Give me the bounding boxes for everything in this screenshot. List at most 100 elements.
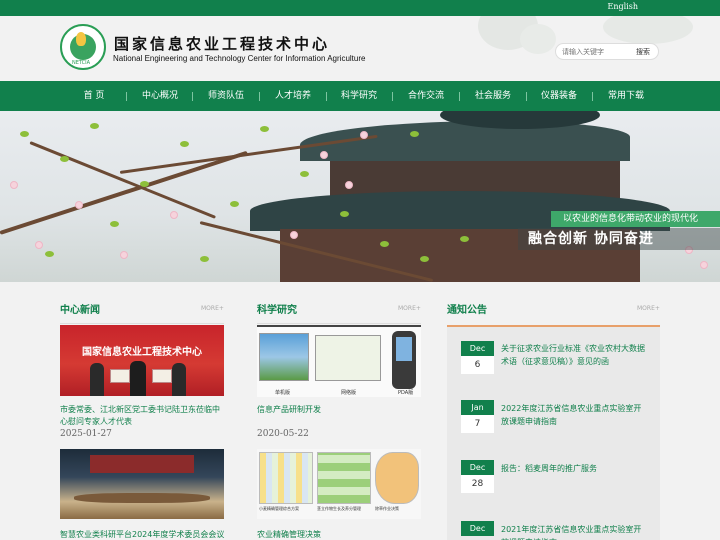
nav-divider [526, 92, 527, 101]
notice-month: Dec [461, 341, 494, 356]
notice-more-link[interactable]: MORE+ [637, 305, 660, 312]
notice-day: 6 [461, 356, 494, 374]
research-more-link[interactable]: MORE+ [398, 305, 421, 312]
leaf [420, 256, 429, 262]
nav-divider [192, 92, 193, 101]
blossom [10, 181, 18, 189]
map-thumbnail [375, 452, 419, 504]
thumb-label: PDA版 [398, 390, 414, 396]
notice-section-title: 通知公告 [447, 305, 487, 316]
nav-item-downloads[interactable]: 常用下载 [600, 81, 652, 111]
search-box: 搜索 [555, 43, 659, 60]
blossom [360, 131, 368, 139]
english-link[interactable]: English [608, 2, 639, 11]
logo-emblem [76, 32, 86, 46]
news-divider [60, 323, 224, 324]
top-bar: English [0, 0, 720, 16]
nav-divider [259, 92, 260, 101]
thumb-label: 茎立作物生长及养分管理 [317, 506, 361, 511]
research-image[interactable]: 小麦精确管理综合方案 茎立作物生长及养分管理 除草作业决策 [257, 449, 421, 519]
notice-item-title[interactable]: 2022年度江苏省信息农业重点实验室开放课题申请指南 [501, 402, 649, 428]
thumb-label: 单机版 [275, 390, 291, 396]
news-more-link[interactable]: MORE+ [201, 305, 224, 312]
leaf [410, 131, 419, 137]
nav-divider [126, 92, 127, 101]
thumb-label: 小麦精确管理综合方案 [259, 506, 299, 511]
notice-day: 7 [461, 415, 494, 433]
notice-month: Dec [461, 460, 494, 475]
leaf [140, 181, 149, 187]
news-item-title[interactable]: 市委常委、江北新区党工委书记陆卫东莅临中心慰问专家人才代表 [60, 404, 226, 428]
blossom [170, 211, 178, 219]
pda-screen [396, 337, 412, 361]
news-image-people [130, 361, 146, 396]
blossom [35, 241, 43, 249]
news-image[interactable] [60, 449, 224, 519]
notice-item-title[interactable]: 报告：稻麦周年的推广服务 [501, 462, 649, 475]
leaf [340, 211, 349, 217]
nav-item-equipment[interactable]: 仪器装备 [533, 81, 585, 111]
thumb-label: 网络版 [341, 390, 357, 396]
leaf [20, 131, 29, 137]
leaf [300, 171, 309, 177]
news-image-people [90, 363, 104, 396]
software-screenshot [315, 335, 381, 381]
search-input[interactable] [562, 46, 626, 58]
news-image[interactable]: 国家信息农业工程技术中心 [60, 325, 224, 396]
research-item-title[interactable]: 农业精确管理决策 [257, 529, 423, 540]
banner-slogan-small: 以农业的信息化带动农业的现代化 [551, 211, 720, 227]
nav-divider [592, 92, 593, 101]
thumb-label: 除草作业决策 [375, 506, 399, 511]
leaf [180, 141, 189, 147]
leaf [90, 123, 99, 129]
leaf [380, 241, 389, 247]
news-image-plaque [152, 369, 172, 383]
news-image-people [172, 363, 186, 396]
map-thumbnail [259, 452, 313, 504]
news-image-plaque [110, 369, 130, 383]
notice-month: Dec [461, 521, 494, 536]
notice-item-title[interactable]: 2021年度江苏省信息农业重点实验室开放课题申请指南 [501, 523, 649, 540]
news-image-caption: 国家信息农业工程技术中心 [82, 347, 202, 358]
blossom [120, 251, 128, 259]
nav-item-research[interactable]: 科学研究 [334, 81, 384, 111]
main-nav: 首 页 中心概况 师资队伍 人才培养 科学研究 合作交流 社会服务 仪器装备 常… [0, 81, 720, 111]
nav-item-home[interactable]: 首 页 [70, 81, 118, 111]
research-divider [257, 323, 421, 324]
leaf [45, 251, 54, 257]
leaf [230, 201, 239, 207]
nav-divider [459, 92, 460, 101]
site-title-en: National Engineering and Technology Cent… [113, 54, 366, 63]
news-image-table [74, 493, 210, 503]
leaf [60, 156, 69, 162]
leaf [110, 221, 119, 227]
nav-item-faculty[interactable]: 师资队伍 [201, 81, 251, 111]
nav-item-talent[interactable]: 人才培养 [268, 81, 318, 111]
nav-divider [326, 92, 327, 101]
nav-item-service[interactable]: 社会服务 [467, 81, 519, 111]
notice-list: Dec 6 关于征求农业行业标准《农业农村大数据术语（征求意见稿）》意见的函 J… [447, 325, 660, 540]
research-section-title: 科学研究 [257, 305, 297, 316]
research-item-date: 2020-05-22 [257, 429, 309, 439]
blossom [345, 181, 353, 189]
news-item-title[interactable]: 智慧农业类科研平台2024年度学术委员会会议 [60, 529, 226, 540]
notice-day: 28 [461, 475, 494, 493]
notice-item-title[interactable]: 关于征求农业行业标准《农业农村大数据术语（征求意见稿）》意见的函 [501, 342, 649, 368]
research-item-title[interactable]: 信息产品研制开发 [257, 404, 423, 416]
blossom [290, 231, 298, 239]
hero-banner: 以农业的信息化带动农业的现代化 融合创新 协同奋进 [0, 111, 720, 282]
news-item-date: 2025-01-27 [60, 429, 112, 439]
nav-item-about[interactable]: 中心概况 [135, 81, 185, 111]
search-button[interactable]: 搜索 [631, 46, 655, 58]
logo-icon[interactable]: NETCIA [60, 24, 106, 70]
map-thumbnail [317, 452, 371, 504]
blossom-branch [29, 141, 216, 219]
leaf [260, 126, 269, 132]
blossom [320, 151, 328, 159]
nav-divider [392, 92, 393, 101]
decorative-leaf [603, 16, 693, 44]
software-screenshot [259, 333, 309, 381]
nav-item-cooperation[interactable]: 合作交流 [400, 81, 452, 111]
research-image[interactable]: 单机版 网络版 PDA版 [257, 325, 421, 397]
decorative-flower [520, 24, 556, 54]
